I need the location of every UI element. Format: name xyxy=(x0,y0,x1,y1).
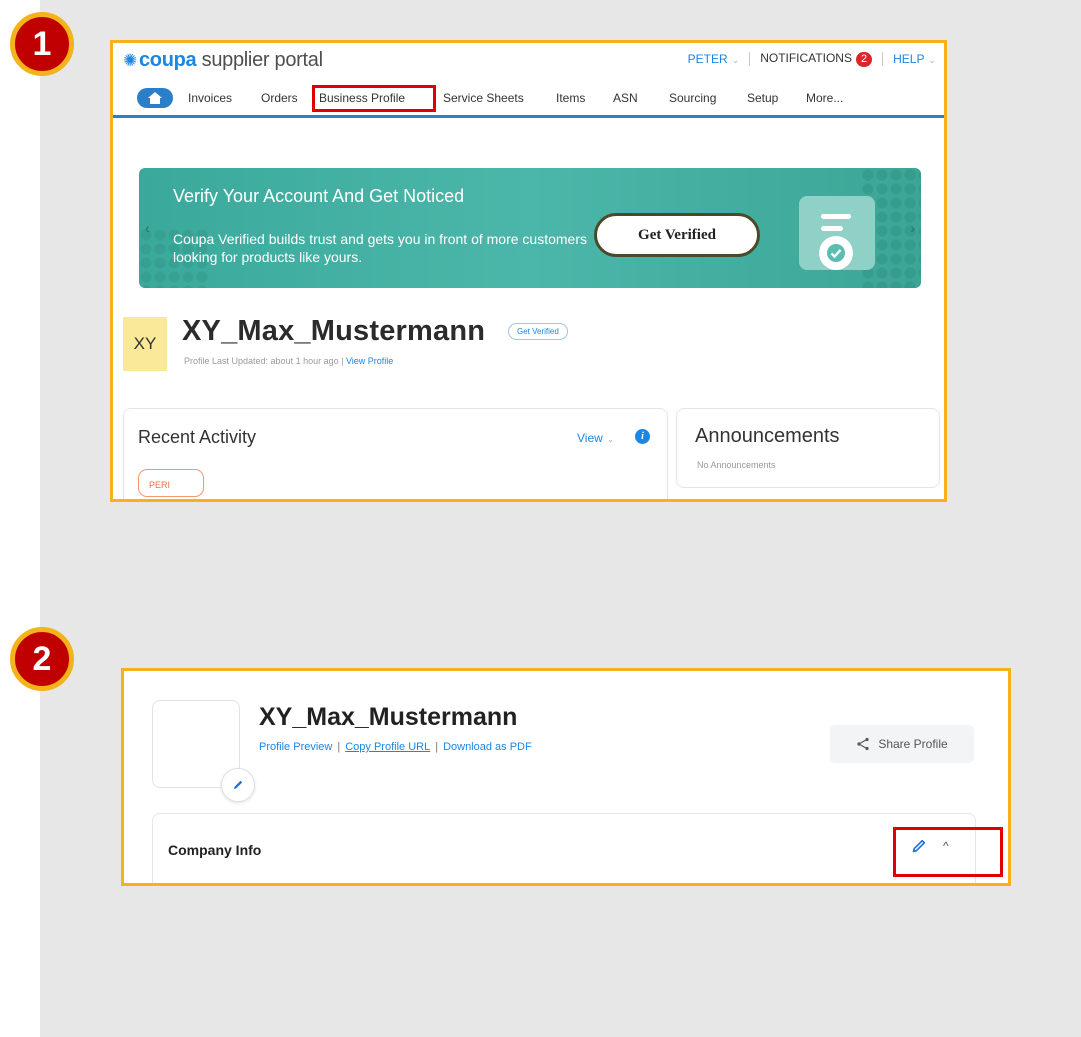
profile-meta: Profile Last Updated: about 1 hour ago |… xyxy=(184,356,393,366)
chevron-left-icon[interactable]: ‹ xyxy=(145,220,150,236)
nav-items-link[interactable]: Items xyxy=(556,91,585,105)
profile-links: Profile Preview | Copy Profile URL | Downloa… xyxy=(259,741,532,753)
edit-logo-button[interactable] xyxy=(221,768,255,802)
verify-banner: ‹ › Verify Your Account And Get Noticed … xyxy=(139,168,921,288)
banner-text: Coupa Verified builds trust and gets you… xyxy=(173,231,587,265)
share-icon xyxy=(857,737,869,751)
top-bar: ✺ coupa supplier portal PETER ⌄ NOTIFICATI… xyxy=(113,43,944,79)
view-profile-link[interactable]: View Profile xyxy=(346,356,393,366)
announcements-card: Announcements No Announcements xyxy=(676,408,940,488)
profile-updated-text: Profile Last Updated: about 1 hour ago | xyxy=(184,356,346,366)
nav-invoices[interactable]: Invoices xyxy=(188,91,232,105)
illustration-line xyxy=(821,226,843,231)
profile-preview-link[interactable]: Profile Preview xyxy=(259,741,332,753)
announcements-empty-text: No Announcements xyxy=(697,460,776,470)
business-profile-highlight xyxy=(312,85,436,112)
nav-asn[interactable]: ASN xyxy=(613,91,638,105)
chevron-down-icon: ⌄ xyxy=(731,55,740,65)
chevron-down-icon: ⌄ xyxy=(606,434,615,444)
recent-activity-card: Recent Activity View ⌄ i PERI xyxy=(123,408,668,499)
get-verified-pill[interactable]: Get Verified xyxy=(508,323,568,340)
chevron-right-icon[interactable]: › xyxy=(910,220,915,236)
nav-orders[interactable]: Orders xyxy=(261,91,298,105)
share-profile-button[interactable]: Share Profile xyxy=(830,725,974,763)
info-icon[interactable]: i xyxy=(635,429,650,444)
help-label: HELP xyxy=(893,52,925,66)
top-links: PETER ⌄ NOTIFICATIONS 2 HELP ⌄ xyxy=(688,51,936,67)
step-1-badge: 1 xyxy=(10,12,74,76)
company-info-title: Company Info xyxy=(168,842,262,858)
edit-button-highlight xyxy=(893,827,1003,877)
chevron-down-icon: ⌄ xyxy=(928,55,936,65)
step-2-badge: 2 xyxy=(10,627,74,691)
verified-badge-illustration xyxy=(799,196,875,270)
divider xyxy=(882,52,884,66)
notifications-link[interactable]: NOTIFICATIONS 2 xyxy=(760,51,873,67)
recent-activity-title: Recent Activity xyxy=(138,427,257,447)
view-dropdown-label: View xyxy=(577,431,603,445)
logo-suffix: supplier portal xyxy=(196,49,323,71)
logo-brand: coupa xyxy=(138,49,197,71)
illustration-line xyxy=(821,214,851,219)
nav-setup[interactable]: Setup xyxy=(747,91,778,105)
activity-tag[interactable]: PERI xyxy=(138,469,204,497)
notifications-label: NOTIFICATIONS xyxy=(760,51,852,65)
coupa-burst-icon: ✺ xyxy=(123,51,137,70)
avatar: XY xyxy=(123,317,167,371)
pencil-icon xyxy=(234,780,243,789)
check-icon xyxy=(819,236,853,270)
get-verified-button[interactable]: Get Verified xyxy=(594,213,760,257)
main-nav: Invoices Orders Business Profile Service… xyxy=(113,83,944,118)
nav-more[interactable]: More... xyxy=(806,91,843,105)
home-button[interactable] xyxy=(137,88,173,108)
notification-count-badge: 2 xyxy=(855,52,873,67)
company-info-section: Company Info ^ xyxy=(152,813,976,883)
profile-name: XY_Max_Mustermann xyxy=(182,315,486,347)
business-profile-screenshot: XY_Max_Mustermann Profile Preview | Copy P… xyxy=(121,668,1011,886)
share-profile-label: Share Profile xyxy=(878,737,948,751)
coupa-logo[interactable]: ✺ coupa supplier portal xyxy=(123,49,323,72)
home-icon xyxy=(148,92,162,104)
user-menu[interactable]: PETER ⌄ xyxy=(688,52,740,66)
supplier-portal-screenshot: ✺ coupa supplier portal PETER ⌄ NOTIFICATI… xyxy=(110,40,947,502)
profile-name: XY_Max_Mustermann xyxy=(259,703,518,731)
view-dropdown[interactable]: View ⌄ xyxy=(577,431,614,445)
link-separator: | xyxy=(337,741,341,753)
nav-sourcing[interactable]: Sourcing xyxy=(669,91,716,105)
download-pdf-link[interactable]: Download as PDF xyxy=(443,741,532,753)
link-separator: | xyxy=(435,741,439,753)
nav-service-sheets[interactable]: Service Sheets xyxy=(443,91,524,105)
user-menu-label: PETER xyxy=(687,52,728,66)
banner-title: Verify Your Account And Get Noticed xyxy=(173,186,465,206)
announcements-title: Announcements xyxy=(695,425,840,447)
copy-profile-url-link[interactable]: Copy Profile URL xyxy=(345,741,430,753)
help-menu[interactable]: HELP ⌄ xyxy=(893,52,936,66)
divider xyxy=(749,52,751,66)
